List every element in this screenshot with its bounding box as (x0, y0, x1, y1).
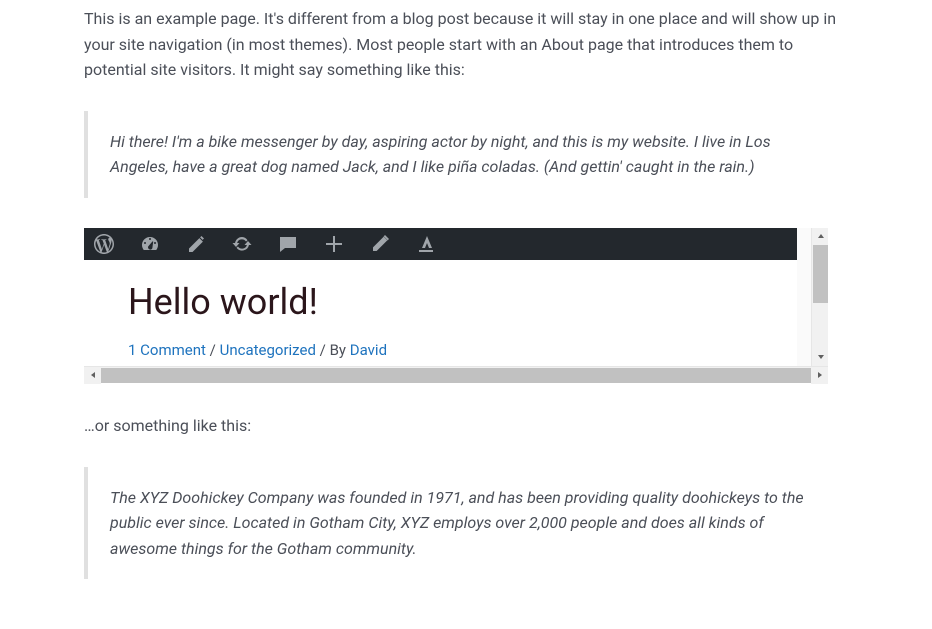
customize-icon[interactable] (186, 234, 206, 254)
wordpress-logo-icon[interactable] (94, 234, 114, 254)
comments-icon[interactable] (278, 234, 298, 254)
inner-vertical-scrollbar-track (797, 228, 811, 366)
wp-admin-bar (84, 228, 828, 260)
yoast-seo-icon[interactable] (416, 234, 436, 254)
vertical-scroll-thumb[interactable] (813, 245, 828, 303)
dashboard-icon[interactable] (140, 234, 160, 254)
horizontal-scrollbar-track (84, 366, 828, 383)
horizontal-scroll-thumb[interactable] (101, 368, 811, 383)
admin-bar-left (94, 234, 776, 254)
quote-text: Hi there! I'm a bike messenger by day, a… (110, 132, 771, 177)
quote-text: The XYZ Doohickey Company was founded in… (110, 488, 804, 558)
author-link[interactable]: David (350, 341, 387, 359)
edit-page-icon[interactable] (370, 234, 390, 254)
embedded-preview-frame: Hello world! 1 Comment / Uncategorized /… (84, 228, 828, 383)
iframe-viewport: Hello world! 1 Comment / Uncategorized /… (84, 228, 828, 366)
by-label: By (330, 341, 346, 359)
iframe-document: Hello world! 1 Comment / Uncategorized /… (84, 228, 828, 366)
vertical-scrollbar-track (811, 228, 828, 366)
page-content: This is an example page. It's different … (0, 0, 932, 629)
scroll-up-button[interactable] (812, 228, 828, 245)
scroll-right-button[interactable] (811, 367, 828, 384)
comments-link[interactable]: 1 Comment (128, 341, 206, 359)
new-content-icon[interactable] (324, 234, 344, 254)
scroll-left-button[interactable] (84, 367, 101, 384)
iframe-page-body: Hello world! 1 Comment / Uncategorized /… (84, 260, 828, 366)
post-meta: 1 Comment / Uncategorized / By David (128, 338, 784, 362)
post-title: Hello world! (128, 274, 784, 332)
scroll-down-button[interactable] (812, 349, 828, 366)
intro-paragraph: This is an example page. It's different … (84, 6, 848, 83)
meta-separator: / (210, 341, 220, 359)
company-example-quote: The XYZ Doohickey Company was founded in… (84, 467, 848, 580)
updates-icon[interactable] (232, 234, 252, 254)
meta-separator: / (320, 341, 330, 359)
bridge-paragraph: …or something like this: (84, 413, 848, 439)
category-link[interactable]: Uncategorized (220, 341, 316, 359)
about-example-quote: Hi there! I'm a bike messenger by day, a… (84, 111, 848, 198)
